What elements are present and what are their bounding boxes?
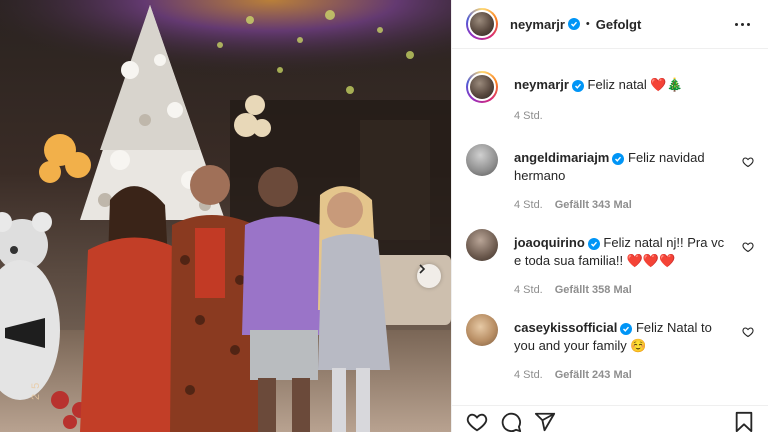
verified-badge-icon — [587, 238, 600, 250]
comment-time[interactable]: 4 Std. — [514, 369, 543, 381]
caption-time[interactable]: 4 Std. — [514, 110, 543, 122]
separator-dot: • — [585, 18, 590, 30]
verified-badge-icon — [567, 18, 580, 30]
heart-icon[interactable] — [466, 411, 488, 432]
caption: neymarjr Feliz natal ❤️🎄 4 Std. — [466, 71, 754, 122]
comments-list: neymarjr Feliz natal ❤️🎄 4 Std. angeldim… — [452, 49, 768, 381]
comment-item: joaoquirino Feliz natal nj!! Pra vc e to… — [466, 229, 754, 296]
verified-badge-icon — [620, 323, 633, 335]
verified-badge-icon — [612, 153, 625, 165]
comment-likes[interactable]: Gefällt 358 Mal — [555, 284, 632, 296]
comment-like-heart-icon[interactable] — [742, 326, 754, 338]
caption-username[interactable]: neymarjr — [514, 77, 569, 92]
comment-item: caseykissofficial Feliz Natal to you and… — [466, 314, 754, 381]
verified-badge-icon — [571, 80, 584, 92]
commenter-avatar[interactable] — [466, 314, 498, 346]
commenter-username[interactable]: angeldimariajm — [514, 150, 609, 165]
follow-button[interactable]: Gefolgt — [596, 17, 642, 32]
caption-text-row: neymarjr Feliz natal ❤️🎄 — [514, 71, 734, 94]
comment-item: angeldimariajm Feliz navidad hermano 4 S… — [466, 144, 754, 211]
commenter-username[interactable]: caseykissofficial — [514, 320, 617, 335]
share-icon[interactable] — [534, 411, 556, 432]
photo-illustration — [0, 0, 451, 432]
author-avatar[interactable] — [466, 8, 498, 40]
post-photo[interactable]: 2 5 — [0, 0, 451, 432]
commenter-username[interactable]: joaoquirino — [514, 235, 585, 250]
post-side-panel: neymarjr • Gefolgt neymarjr Feliz natal … — [451, 0, 768, 432]
caption-text: Feliz natal ❤️🎄 — [587, 77, 683, 92]
comment-time[interactable]: 4 Std. — [514, 284, 543, 296]
caption-avatar[interactable] — [466, 71, 498, 103]
post-action-bar — [452, 405, 768, 432]
comment-like-heart-icon[interactable] — [742, 156, 754, 168]
author-username[interactable]: neymarjr — [510, 17, 565, 32]
bookmark-icon[interactable] — [734, 411, 754, 432]
comment-likes[interactable]: Gefällt 343 Mal — [555, 199, 632, 211]
comment-time[interactable]: 4 Std. — [514, 199, 543, 211]
post-header: neymarjr • Gefolgt — [452, 0, 768, 49]
chevron-right-icon — [419, 264, 426, 274]
author-info: neymarjr • Gefolgt — [510, 17, 641, 32]
more-options-icon[interactable] — [731, 19, 754, 30]
comment-like-heart-icon[interactable] — [742, 241, 754, 253]
comment-likes[interactable]: Gefällt 243 Mal — [555, 369, 632, 381]
comment-icon[interactable] — [500, 411, 522, 432]
commenter-avatar[interactable] — [466, 144, 498, 176]
next-image-button[interactable] — [417, 264, 441, 288]
photo-stamp: 2 5 — [30, 381, 42, 400]
commenter-avatar[interactable] — [466, 229, 498, 261]
